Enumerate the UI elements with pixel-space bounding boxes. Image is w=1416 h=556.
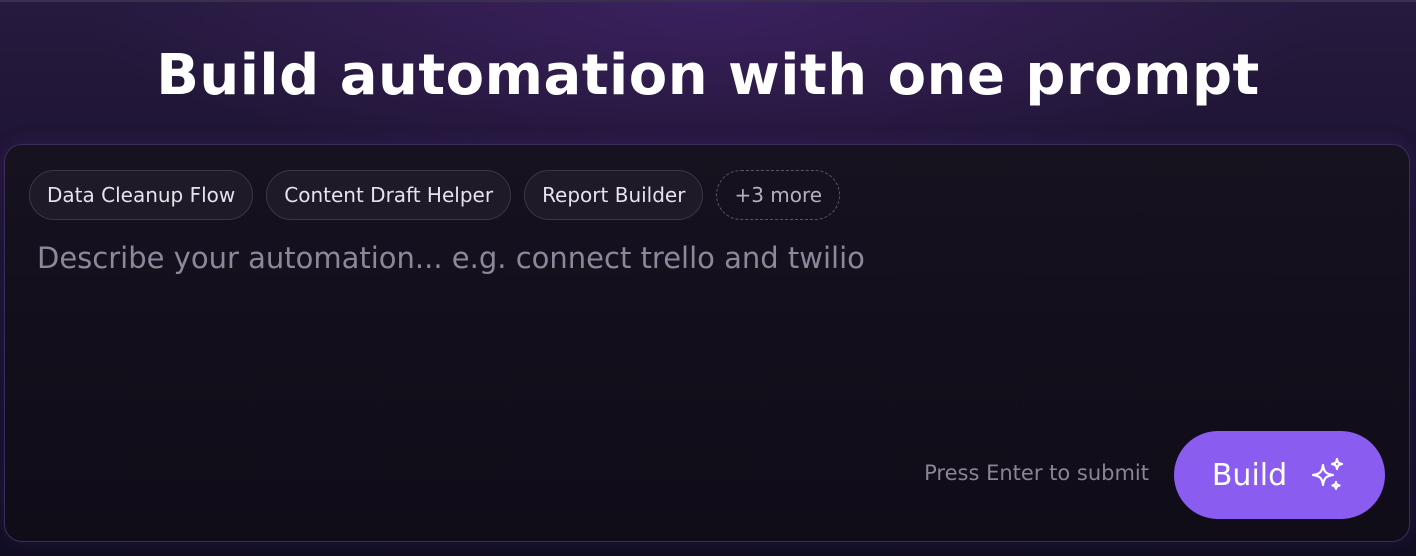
prompt-input[interactable] xyxy=(35,237,1379,425)
template-chip-content-draft-helper[interactable]: Content Draft Helper xyxy=(266,170,512,220)
build-button-label: Build xyxy=(1211,457,1288,493)
page-title: Build automation with one prompt xyxy=(156,43,1260,108)
template-chip-data-cleanup-flow[interactable]: Data Cleanup Flow xyxy=(29,170,254,220)
sparkles-icon xyxy=(1312,457,1344,491)
submit-hint: Press Enter to submit xyxy=(924,461,1149,485)
build-button[interactable]: Build xyxy=(1174,431,1385,519)
top-divider xyxy=(0,0,1416,2)
more-templates-chip[interactable]: +3 more xyxy=(716,170,841,220)
template-chips: Data Cleanup Flow Content Draft Helper R… xyxy=(29,170,841,220)
template-chip-report-builder[interactable]: Report Builder xyxy=(524,170,704,220)
prompt-panel: Data Cleanup Flow Content Draft Helper R… xyxy=(4,144,1410,542)
